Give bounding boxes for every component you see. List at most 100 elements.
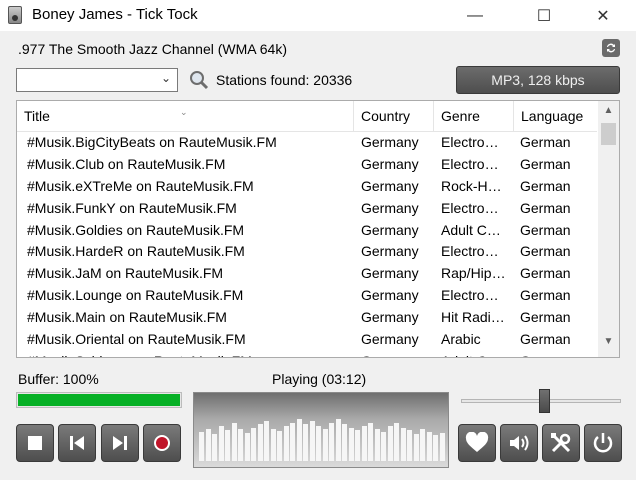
spectrum-bar bbox=[322, 429, 328, 461]
next-icon bbox=[113, 436, 127, 450]
spectrum-bar bbox=[290, 422, 295, 461]
scroll-thumb[interactable] bbox=[601, 123, 616, 145]
cell-title: #Musik.FunkY on RauteMusik.FM bbox=[27, 199, 237, 216]
spectrum-bar bbox=[439, 432, 445, 461]
spectrum-bar bbox=[303, 423, 308, 461]
cell-language: German bbox=[520, 350, 592, 357]
title-bar: Boney James - Tick Tock — ☐ ✕ bbox=[0, 0, 636, 31]
column-header-language[interactable]: Language bbox=[514, 101, 597, 131]
cell-genre: Electro… bbox=[441, 243, 499, 260]
favorite-button[interactable] bbox=[458, 424, 496, 462]
cell-genre: Hit Radi… bbox=[441, 309, 505, 326]
cell-language: German bbox=[520, 155, 571, 172]
cell-genre: Electro… bbox=[441, 155, 499, 172]
volume-slider-thumb[interactable] bbox=[539, 389, 550, 413]
column-header-title[interactable]: Title ⌄ bbox=[17, 101, 354, 131]
stop-button[interactable] bbox=[16, 424, 54, 462]
spectrum-bar bbox=[420, 429, 425, 461]
previous-button[interactable] bbox=[58, 424, 96, 462]
settings-tools-icon bbox=[551, 433, 571, 453]
app-speaker-icon[interactable] bbox=[8, 6, 22, 24]
cell-country: Germany bbox=[361, 243, 419, 260]
table-row[interactable]: #Musik.FunkY on RauteMusik.FM Germany Elec… bbox=[17, 197, 597, 219]
table-row[interactable]: #Musik.Club on RauteMusik.FM Germany Elect… bbox=[17, 153, 597, 175]
next-button[interactable] bbox=[101, 424, 139, 462]
close-icon: ✕ bbox=[596, 7, 610, 25]
spectrum-bar bbox=[342, 423, 347, 461]
column-header-country[interactable]: Country bbox=[354, 101, 434, 131]
refresh-icon bbox=[607, 43, 615, 53]
spectrum-bar bbox=[212, 434, 217, 461]
stations-table: Title ⌄ Country Genre Language #Musik.Big… bbox=[16, 100, 620, 358]
cell-language: German bbox=[520, 134, 571, 150]
cell-genre: Arabic bbox=[441, 331, 481, 348]
spectrum-bar bbox=[231, 422, 237, 461]
volume-button[interactable] bbox=[500, 424, 538, 462]
close-button[interactable]: ✕ bbox=[580, 0, 626, 31]
table-row[interactable]: #Musik.Schlager on RauteMusik.FM Germany A… bbox=[17, 350, 597, 357]
spectrum-bar bbox=[283, 425, 289, 461]
cell-country: Germany bbox=[361, 199, 419, 216]
cell-title: #Musik.BigCityBeats on RauteMusik.FM bbox=[27, 134, 277, 150]
scroll-down-icon[interactable]: ▼ bbox=[598, 336, 619, 353]
spectrum-bar bbox=[361, 425, 367, 461]
table-row[interactable]: #Musik.BigCityBeats on RauteMusik.FM Germ… bbox=[17, 131, 597, 153]
table-row[interactable]: #Musik.Goldies on RauteMusik.FM Germany Ad… bbox=[17, 219, 597, 241]
spectrum-bar bbox=[199, 432, 204, 461]
spectrum-visualizer bbox=[193, 392, 449, 468]
spectrum-bar bbox=[309, 421, 315, 461]
refresh-button[interactable] bbox=[602, 39, 620, 57]
table-row[interactable]: #Musik.JaM on RauteMusik.FM Germany Rap/Hi… bbox=[17, 262, 597, 284]
current-channel: .977 The Smooth Jazz Channel (WMA 64k) bbox=[18, 41, 287, 57]
cell-language: German bbox=[520, 309, 571, 326]
spectrum-bar bbox=[413, 434, 419, 461]
spectrum-bar bbox=[205, 429, 211, 461]
cell-title: #Musik.Lounge on RauteMusik.FM bbox=[27, 287, 244, 304]
buffer-progress-bar bbox=[16, 392, 182, 408]
cell-country: Germany bbox=[361, 134, 419, 150]
favorite-heart-icon bbox=[465, 432, 489, 452]
cell-language: German bbox=[520, 265, 571, 282]
sort-indicator-icon: ⌄ bbox=[180, 107, 188, 117]
spectrum-bar bbox=[407, 430, 412, 461]
spectrum-bar bbox=[329, 422, 334, 461]
minimize-button[interactable]: — bbox=[452, 0, 498, 31]
table-row[interactable]: #Musik.HardeR on RauteMusik.FM Germany Ele… bbox=[17, 240, 597, 262]
settings-button[interactable] bbox=[542, 424, 580, 462]
cell-country: Germany bbox=[361, 350, 435, 357]
column-header-genre[interactable]: Genre bbox=[434, 101, 514, 131]
spectrum-bar bbox=[218, 425, 224, 461]
cell-genre: Electro… bbox=[441, 134, 499, 150]
table-row[interactable]: #Musik.Oriental on RauteMusik.FM Germany A… bbox=[17, 328, 597, 350]
spectrum-bar bbox=[387, 425, 393, 461]
power-icon bbox=[593, 433, 613, 453]
cell-genre: Rap/Hip… bbox=[441, 265, 506, 282]
cell-language: German bbox=[520, 331, 571, 348]
spectrum-bar bbox=[238, 429, 243, 461]
vertical-scrollbar[interactable]: ▲ ▼ bbox=[598, 101, 619, 357]
cell-title: #Musik.eXTreMe on RauteMusik.FM bbox=[27, 177, 254, 194]
cell-title: #Musik.Club on RauteMusik.FM bbox=[27, 155, 226, 172]
record-icon bbox=[154, 435, 170, 451]
table-row[interactable]: #Musik.Lounge on RauteMusik.FM Germany Ele… bbox=[17, 284, 597, 306]
record-button[interactable] bbox=[143, 424, 181, 462]
filter-combobox[interactable]: ⌄ bbox=[16, 68, 178, 92]
cell-country: Germany bbox=[361, 331, 419, 348]
spectrum-bar bbox=[394, 422, 399, 461]
scroll-up-icon[interactable]: ▲ bbox=[598, 105, 619, 122]
table-row[interactable]: #Musik.eXTreMe on RauteMusik.FM Germany Ro… bbox=[17, 175, 597, 197]
search-icon[interactable] bbox=[188, 69, 210, 91]
cell-language: German bbox=[520, 221, 571, 238]
window-title: Boney James - Tick Tock bbox=[32, 6, 198, 23]
spectrum-bar bbox=[348, 427, 354, 461]
power-button[interactable] bbox=[584, 424, 622, 462]
spectrum-bar bbox=[335, 418, 341, 461]
spectrum-bar bbox=[316, 425, 321, 461]
table-row[interactable]: #Musik.Main on RauteMusik.FM Germany Hit R… bbox=[17, 306, 597, 328]
format-button[interactable]: MP3, 128 kbps bbox=[456, 66, 620, 94]
cell-country: Germany bbox=[361, 155, 419, 172]
spectrum-bar bbox=[296, 419, 302, 461]
cell-country: Germany bbox=[361, 287, 419, 304]
maximize-button[interactable]: ☐ bbox=[521, 0, 567, 31]
stations-found-count: Stations found: 20336 bbox=[216, 72, 353, 88]
